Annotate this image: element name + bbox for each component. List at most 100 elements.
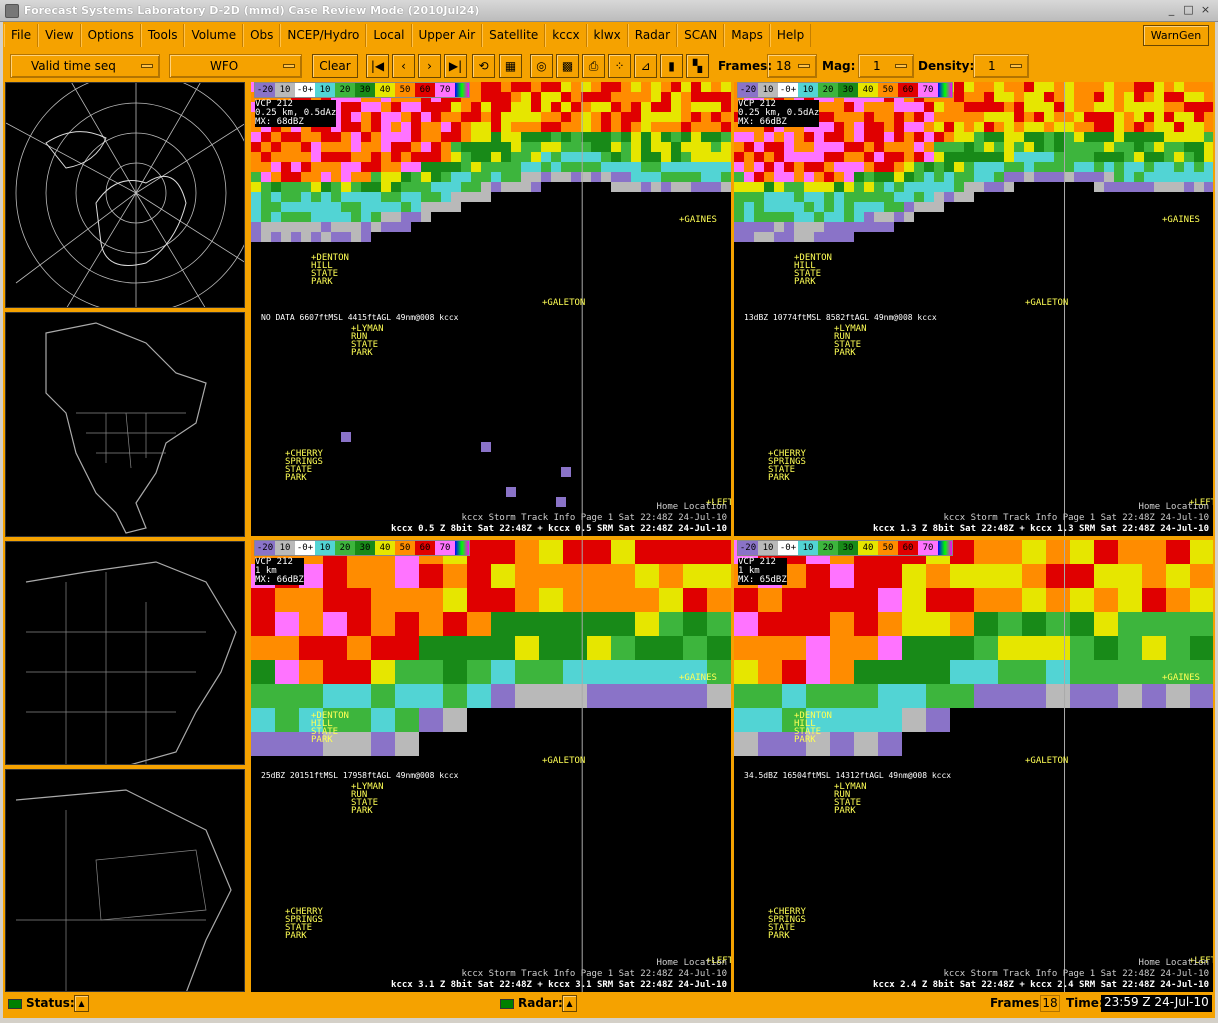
radar-gate xyxy=(1044,142,1054,152)
radar-gate xyxy=(511,182,521,192)
loop-icon[interactable]: ⟲ xyxy=(472,54,495,78)
radar-gate xyxy=(467,588,491,612)
radar-gate xyxy=(914,162,924,172)
radar-gate xyxy=(591,112,601,122)
single-pane-icon[interactable]: ▮ xyxy=(660,54,683,78)
scale-select[interactable]: WFO xyxy=(169,54,302,78)
last-frame-icon[interactable]: ▶| xyxy=(444,54,467,78)
radar-gate xyxy=(659,684,683,708)
refresh-icon[interactable]: ◎ xyxy=(530,54,553,78)
radar-expand-icon[interactable]: ▲ xyxy=(562,995,577,1012)
radar-gate xyxy=(321,232,331,242)
mag-select[interactable]: 1 xyxy=(858,54,914,78)
radar-gate xyxy=(381,162,391,172)
radar-gate xyxy=(659,588,683,612)
radar-gate xyxy=(844,102,854,112)
thumbnail-northern-hemisphere[interactable] xyxy=(5,82,245,308)
radar-gate xyxy=(683,564,707,588)
radar-gate xyxy=(794,222,804,232)
radar-gate xyxy=(371,112,381,122)
radar-gate xyxy=(1074,122,1084,132)
menu-radar[interactable]: Radar xyxy=(627,24,678,47)
radar-gate xyxy=(271,172,281,182)
radar-gate xyxy=(411,202,421,212)
menu-scan[interactable]: SCAN xyxy=(677,24,725,47)
radar-gate xyxy=(481,112,491,122)
points-icon[interactable]: ⁘ xyxy=(608,54,631,78)
image-properties-icon[interactable]: ▦ xyxy=(499,54,522,78)
dropdown-arrow-icon xyxy=(798,64,810,68)
radar-gate xyxy=(1142,564,1166,588)
colorbar-label: 10 xyxy=(798,83,818,97)
menu-klwx[interactable]: klwx xyxy=(586,24,628,47)
radar-gate xyxy=(944,192,954,202)
print-icon[interactable]: ⎙ xyxy=(582,54,605,78)
menu-view[interactable]: View xyxy=(38,24,81,47)
density-select[interactable]: 1 xyxy=(973,54,1029,78)
radar-gate xyxy=(874,192,884,202)
thumbnail-mid-atlantic[interactable] xyxy=(5,769,245,992)
menu-tools[interactable]: Tools xyxy=(140,24,185,47)
radar-gate xyxy=(275,708,299,732)
radar-gate xyxy=(515,564,539,588)
radar-gate xyxy=(1022,660,1046,684)
thumbnail-eastern-us[interactable] xyxy=(5,541,245,765)
menu-obs[interactable]: Obs xyxy=(243,24,281,47)
radar-panel-1-3[interactable]: -20 10 -0+ 10 20 30 40 50 60 70 VCP 212 0.25 km, 0.… xyxy=(734,82,1213,536)
colorbar-label: 30 xyxy=(355,83,375,97)
time-mode-select[interactable]: Valid time seq xyxy=(10,54,160,78)
four-pane-icon[interactable]: ▚ xyxy=(686,54,709,78)
radar-gate xyxy=(1004,152,1014,162)
radar-gate xyxy=(611,172,621,182)
maximize-icon[interactable]: □ xyxy=(1181,3,1196,18)
menu-ncep-hydro[interactable]: NCEP/Hydro xyxy=(280,24,367,47)
radar-panel-2-4[interactable]: -20 10 -0+ 10 20 30 40 50 60 70 VCP 212 1 km MX: 65d… xyxy=(734,540,1213,992)
menu-maps[interactable]: Maps xyxy=(724,24,770,47)
radar-gate xyxy=(1114,162,1124,172)
radar-panel-0-5[interactable]: -20 10 -0+ 10 20 30 40 50 60 70 VCP 212 0.25 km, 0.… xyxy=(251,82,731,536)
radar-gate xyxy=(1094,92,1104,102)
radar-gate xyxy=(451,142,461,152)
first-frame-icon[interactable]: |◀ xyxy=(366,54,389,78)
radar-gate xyxy=(926,564,950,588)
radar-gate xyxy=(904,102,914,112)
menu-upper-air[interactable]: Upper Air xyxy=(411,24,483,47)
radar-panel-3-1[interactable]: -20 10 -0+ 10 20 30 40 50 60 70 VCP 212 1 km MX: 66d… xyxy=(251,540,731,992)
radar-gate xyxy=(321,172,331,182)
frames-select[interactable]: 18 xyxy=(767,54,817,78)
radar-gate xyxy=(301,192,311,202)
minimize-icon[interactable]: _ xyxy=(1164,3,1179,18)
colormap-icon[interactable]: ▩ xyxy=(556,54,579,78)
radar-gate xyxy=(641,162,651,172)
radar-gate xyxy=(1154,132,1164,142)
menu-kccx[interactable]: kccx xyxy=(545,24,587,47)
radar-gate xyxy=(491,172,501,182)
menu-local[interactable]: Local xyxy=(366,24,412,47)
warngen-button[interactable]: WarnGen xyxy=(1143,25,1209,46)
radar-gate xyxy=(1054,92,1064,102)
radar-gate xyxy=(734,162,744,172)
status-expand-icon[interactable]: ▲ xyxy=(74,995,89,1012)
menu-volume[interactable]: Volume xyxy=(184,24,244,47)
radar-gate xyxy=(711,142,721,152)
close-icon[interactable]: × xyxy=(1198,3,1213,18)
prev-frame-icon[interactable]: ‹ xyxy=(392,54,415,78)
radar-gate xyxy=(904,122,914,132)
menu-satellite[interactable]: Satellite xyxy=(482,24,546,47)
place-label: DENTON HILL STATE PARK xyxy=(311,711,349,745)
radar-gate xyxy=(541,112,551,122)
radar-gate xyxy=(878,708,902,732)
storm-track-info: kccx Storm Track Info Page 1 Sat 22:48Z … xyxy=(943,513,1209,523)
radar-gate xyxy=(631,112,641,122)
thumbnail-north-america[interactable] xyxy=(5,312,245,537)
clear-button[interactable]: Clear xyxy=(312,54,358,78)
next-frame-icon[interactable]: › xyxy=(418,54,441,78)
menu-file[interactable]: File xyxy=(4,24,39,47)
radar-gate xyxy=(1154,92,1164,102)
radar-gate xyxy=(481,442,491,452)
radar-gate xyxy=(556,497,566,507)
sample-icon[interactable]: ⊿ xyxy=(634,54,657,78)
menu-help[interactable]: Help xyxy=(769,24,812,47)
menu-options[interactable]: Options xyxy=(80,24,141,47)
radar-gate xyxy=(341,222,351,232)
